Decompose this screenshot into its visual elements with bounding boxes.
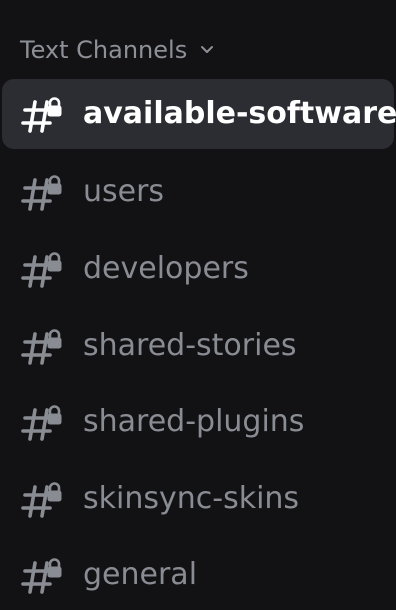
locked-hash-icon	[20, 327, 64, 367]
locked-hash-icon	[20, 403, 64, 443]
channel-label: skinsync-skins	[83, 481, 300, 516]
channel-item-general[interactable]: general	[2, 540, 394, 610]
locked-hash-icon	[20, 173, 64, 213]
channel-label: general	[83, 557, 198, 592]
category-header-text-channels[interactable]: Text Channels	[20, 30, 215, 70]
locked-hash-icon	[20, 250, 64, 290]
channel-label: available-software	[83, 96, 396, 131]
channel-label: users	[83, 174, 165, 209]
locked-hash-icon	[20, 95, 64, 135]
channel-label: developers	[83, 251, 249, 286]
chevron-down-icon	[199, 44, 215, 56]
channel-label: shared-stories	[83, 328, 297, 363]
locked-hash-icon	[20, 480, 64, 520]
locked-hash-icon	[20, 556, 64, 596]
channel-item-users[interactable]: users	[2, 157, 394, 227]
channel-item-shared-stories[interactable]: shared-stories	[2, 311, 394, 381]
channel-item-available-software[interactable]: available-software	[2, 79, 396, 149]
channel-item-shared-plugins[interactable]: shared-plugins	[2, 387, 394, 457]
category-label: Text Channels	[20, 36, 188, 64]
channel-label: shared-plugins	[83, 404, 305, 439]
channel-item-skinsync-skins[interactable]: skinsync-skins	[2, 464, 394, 534]
channel-item-developers[interactable]: developers	[2, 234, 394, 304]
